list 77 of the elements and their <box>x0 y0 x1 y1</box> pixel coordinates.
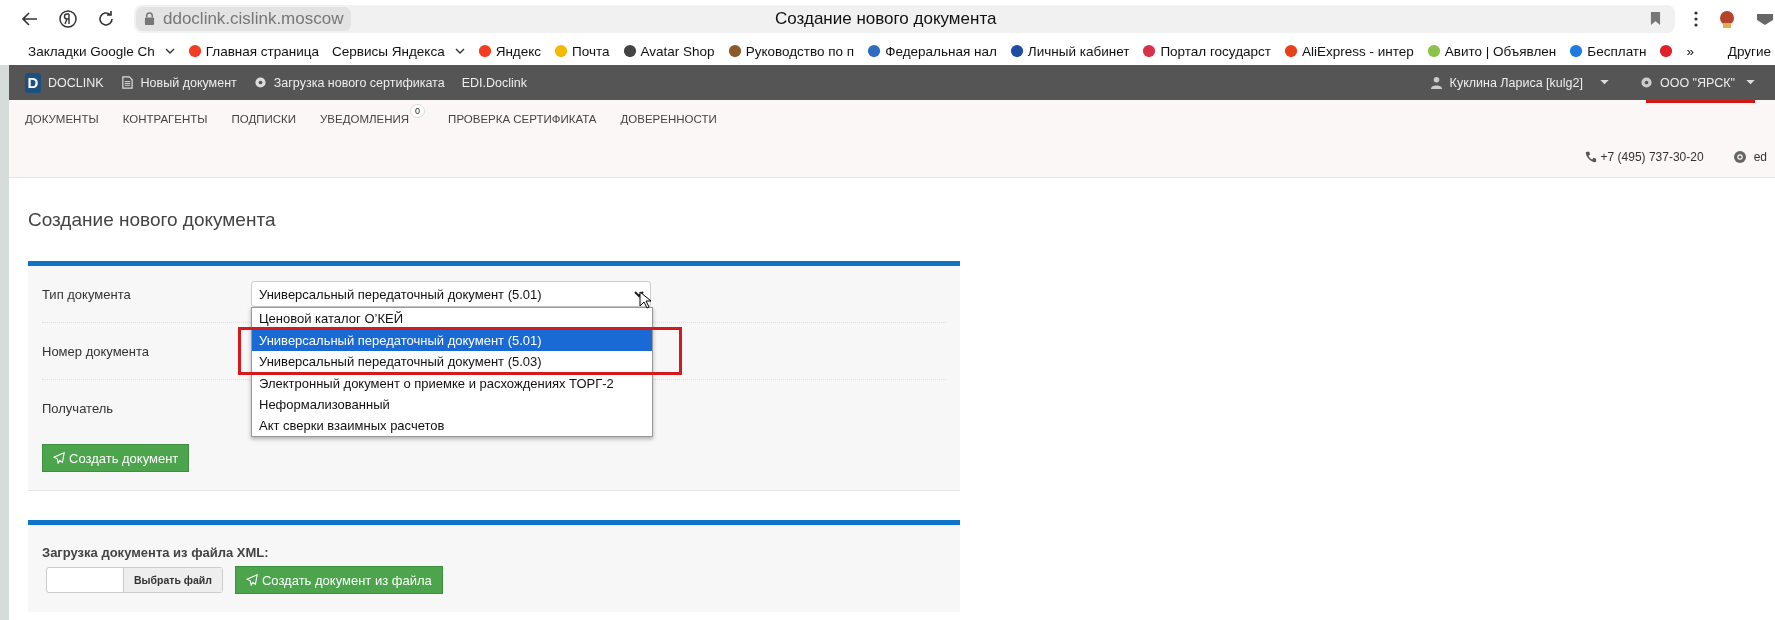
user-menu[interactable]: Куклина Лариса [kulg2] <box>1449 75 1583 90</box>
site-icon <box>1569 44 1584 58</box>
site-icon <box>1142 44 1157 58</box>
file-input[interactable]: Выбрать файл <box>46 567 223 593</box>
nav-link[interactable]: EDI.Doclink <box>461 75 527 90</box>
notification-count: 0 <box>410 103 426 118</box>
dropdown-option[interactable]: Универсальный передаточный документ (5.03) <box>252 351 652 372</box>
url-text: ddoclink.cislink.moscow <box>163 8 344 29</box>
profile-icon[interactable] <box>1717 8 1737 29</box>
site-icon <box>477 44 492 58</box>
nav-link[interactable]: Загрузка нового сертификата <box>273 75 445 90</box>
at-icon <box>1733 151 1746 163</box>
menu-tab[interactable]: КОНТРАГЕНТЫ <box>122 112 209 125</box>
upload-label: Загрузка документа из файла XML: <box>42 545 270 560</box>
dropdown-option[interactable]: Акт сверки взаимных расчетов <box>252 415 652 436</box>
reload-icon[interactable] <box>96 8 116 29</box>
nav-link[interactable]: Новый документ <box>140 75 237 90</box>
dropdown-option[interactable]: Электронный документ о приемке и расхождениях ТОРГ-2 <box>252 373 652 394</box>
field-label: Получатель <box>42 400 115 416</box>
dropdown-option[interactable]: Универсальный передаточный документ (5.01) <box>252 330 652 351</box>
send-icon <box>245 574 258 586</box>
bookmark-item[interactable]: Яндекс <box>477 43 542 59</box>
menu-tab[interactable]: ПОДПИСКИ <box>231 112 298 125</box>
bookmark-item[interactable]: Федеральная нал <box>867 43 997 59</box>
menu-tab[interactable]: ДОВЕРЕННОСТИ <box>620 112 718 125</box>
brand-link[interactable]: DOCLINK <box>48 75 104 90</box>
page-title-text: Создание нового документа <box>774 8 998 29</box>
dropdown-option[interactable]: Ценовой каталог О’КЕЙ <box>252 308 652 329</box>
chevron-icon <box>454 48 465 54</box>
bookmark-item[interactable] <box>1659 44 1674 58</box>
bookmark-item[interactable]: Руководство по п <box>727 43 855 59</box>
bookmark-item[interactable]: Портал государст <box>1142 43 1271 59</box>
menu-tab[interactable]: УВЕДОМЛЕНИЯ <box>320 112 411 125</box>
gear-icon <box>1639 76 1653 89</box>
site-icon <box>187 44 202 58</box>
user-icon <box>1429 76 1443 89</box>
gear-icon <box>253 76 267 89</box>
caret-icon <box>1746 80 1755 85</box>
menu-tab[interactable]: ДОКУМЕНТЫ <box>25 112 100 125</box>
site-icon <box>622 44 637 58</box>
lock-icon <box>144 12 155 25</box>
organization-menu[interactable]: ООО "ЯРСК" <box>1659 75 1735 90</box>
chevron-icon <box>164 48 175 54</box>
address-bar[interactable]: ddoclink.cislink.moscow Создание нового документа <box>134 4 1675 33</box>
site-icon <box>1426 44 1441 58</box>
field-label: Тип документа <box>42 286 132 302</box>
site-icon <box>1284 44 1298 58</box>
send-icon <box>53 452 65 464</box>
site-icon <box>1009 44 1024 58</box>
phone-number: +7 (495) 737-30-20 <box>1600 150 1704 164</box>
site-icon <box>867 44 882 58</box>
site-icon <box>1659 44 1674 58</box>
document-type-select[interactable]: Универсальный передаточный документ (5.01) <box>251 281 651 307</box>
yandex-icon[interactable] <box>58 8 78 29</box>
caret-icon <box>1599 80 1609 85</box>
site-icon <box>727 44 742 58</box>
more-bookmarks-button[interactable]: » <box>1686 43 1694 59</box>
menu-tab[interactable]: ПРОВЕРКА СЕРТИФИКАТА <box>448 112 598 125</box>
dropdown-option[interactable]: Неформализованный <box>252 394 652 415</box>
logo-icon[interactable]: D <box>25 72 41 93</box>
bookmark-item[interactable]: AliExpress - интер <box>1284 43 1414 59</box>
site-icon <box>554 44 569 58</box>
bookmark-item[interactable]: Сервисы Яндекса <box>332 43 465 59</box>
document-icon <box>120 76 134 89</box>
bookmark-item[interactable]: Личный кабинет <box>1009 43 1130 59</box>
bookmark-item[interactable]: Avatar Shop <box>622 43 715 59</box>
field-label: Номер документа <box>42 343 150 359</box>
bookmark-item[interactable]: Почта <box>554 43 610 59</box>
heading: Создание нового документа <box>28 207 277 232</box>
other-bookmarks[interactable]: Другие <box>1727 43 1771 59</box>
phone-icon <box>1584 151 1597 163</box>
bookmark-icon[interactable] <box>1650 12 1661 25</box>
email-text: ed <box>1753 150 1767 164</box>
bookmark-item[interactable]: Бесплатн <box>1569 43 1647 59</box>
bookmark-item[interactable]: Главная страница <box>187 43 320 59</box>
bookmark-item[interactable]: Авито | Объявлен <box>1426 43 1557 59</box>
bookmark-item[interactable]: Закладки Google Ch <box>28 43 175 59</box>
